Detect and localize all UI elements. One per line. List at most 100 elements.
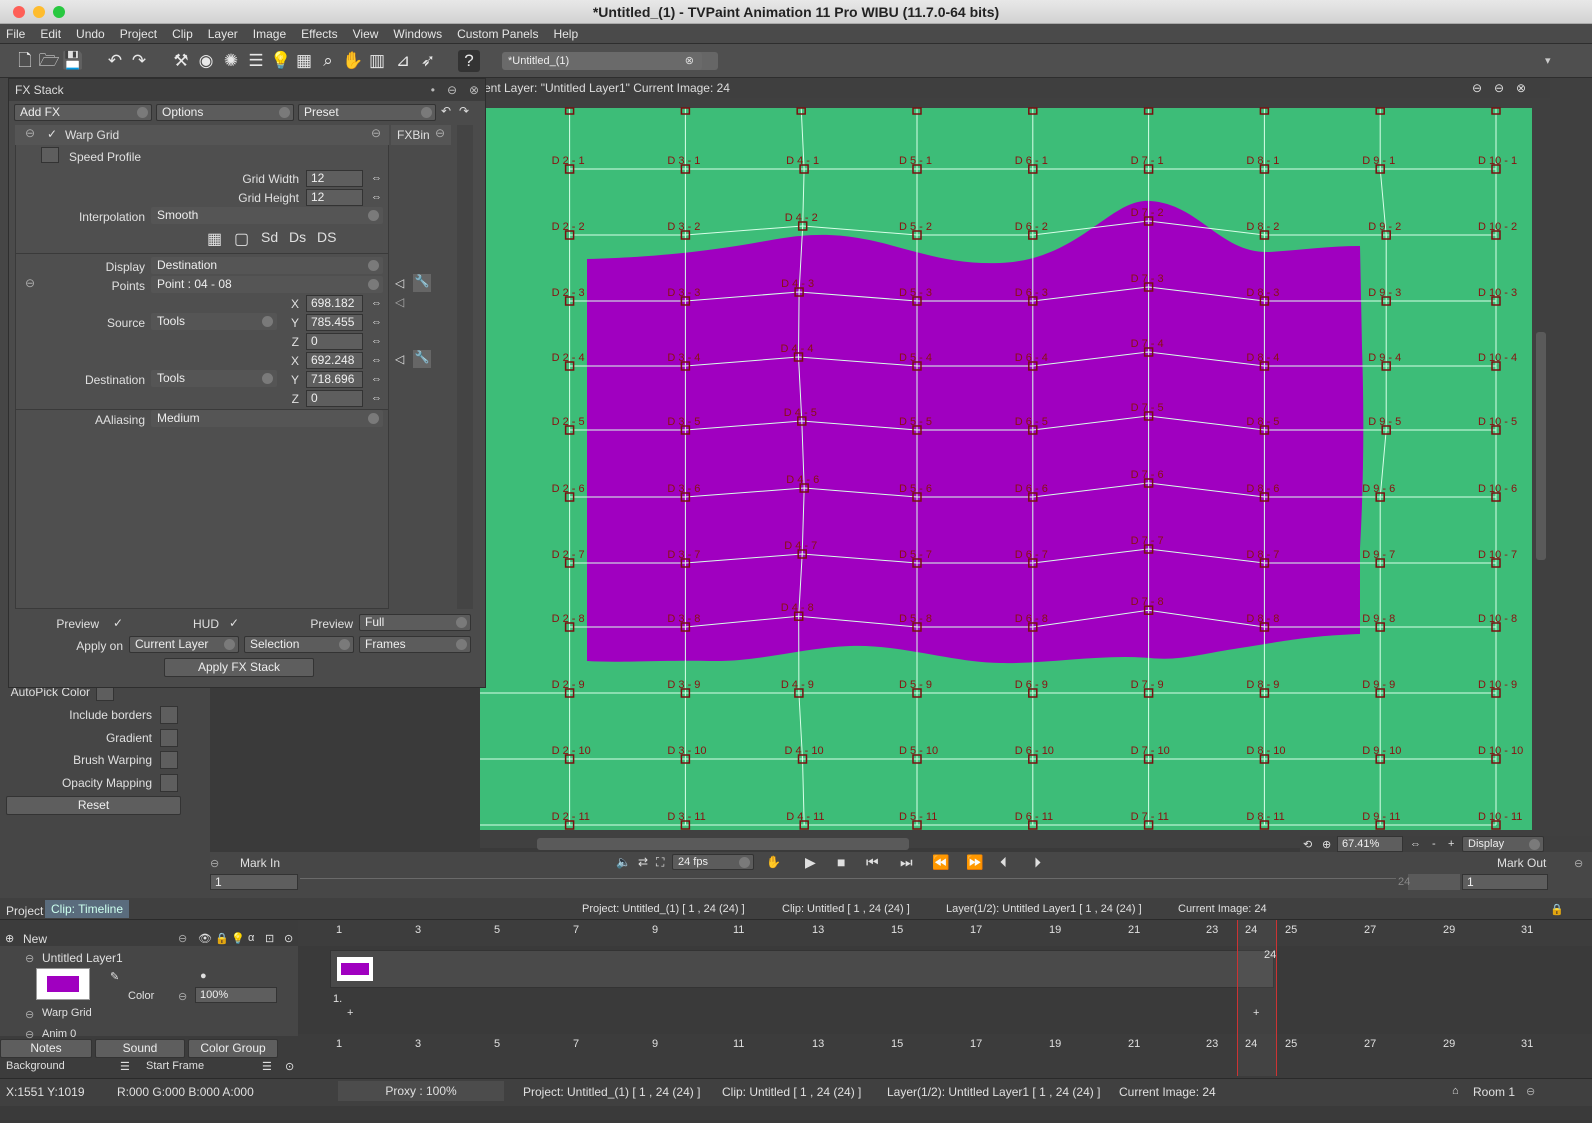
zoom-in-icon[interactable]: + [1448,838,1454,850]
new-layer-icon[interactable]: ⊕ [5,932,14,945]
proxy-level[interactable]: Proxy : 100% [338,1081,504,1101]
xsheet-icon[interactable]: ▦ [293,50,315,72]
new-layer-label[interactable]: New [23,932,47,946]
lightbox-icon[interactable]: 💡 [270,50,292,72]
hud-check-icon[interactable]: ✓ [229,616,239,630]
rewind-icon[interactable]: ⏪ [932,854,949,871]
frame-number[interactable]: 3 [415,924,421,936]
view-close-icon[interactable]: ⊗ [1516,78,1526,98]
grid-width-field[interactable]: 12 [306,170,363,187]
visibility-icon[interactable]: 👁 [198,932,212,945]
close-tab-icon[interactable]: ⊗ [685,52,694,70]
destination-z-field[interactable]: 0 [306,390,363,407]
collapse-icon[interactable]: ⊖ [25,952,34,965]
mute-icon[interactable]: 🔈 [616,855,631,869]
frame-number[interactable]: 24 [1245,1038,1257,1050]
tab-project[interactable]: Project [6,904,43,918]
minimize-window-button[interactable] [33,6,45,18]
frame-number[interactable]: 3 [415,1038,421,1050]
menu-image[interactable]: Image [247,27,295,41]
next-frame-icon[interactable]: ⏵ [1034,854,1041,871]
frame-number[interactable]: 9 [652,924,658,936]
frame-number[interactable]: 15 [891,1038,903,1050]
notes-tab[interactable]: Notes [0,1039,92,1058]
tab-clip-timeline[interactable]: Clip: Timeline [45,900,130,918]
warp-grid-canvas[interactable]: D 0 - 9D 0 - 10D 0 - 11D 1 - 9D 1 - 10D … [320,78,1592,848]
source-z-field[interactable]: 0 [306,333,363,350]
color-wheel-icon[interactable]: ◉ [195,50,217,72]
effect-menu-icon[interactable]: ⊖ [371,126,381,140]
prev-key-icon[interactable]: ◁ [395,295,404,309]
frame-number[interactable]: 13 [812,1038,824,1050]
source-x-field[interactable]: 698.182 [306,295,363,312]
enabled-check-icon[interactable]: ✓ [47,127,57,141]
stop-icon[interactable]: ■ [837,854,845,870]
selection-dropdown[interactable]: Selection [244,636,354,653]
options-dropdown[interactable]: Options [156,104,294,121]
wrench-icon[interactable]: 🔧 [413,350,431,368]
center-view-icon[interactable]: ⊕ [1322,838,1331,851]
collapse-icon[interactable]: ⊖ [25,126,35,140]
brush-tool-icon[interactable]: ✎ [110,970,119,983]
fps-dropdown[interactable]: 24 fps [672,854,754,870]
frame-number[interactable]: 19 [1049,1038,1061,1050]
swap-points-icon[interactable]: DS [317,229,336,245]
fast-forward-icon[interactable]: ⏩ [966,854,983,871]
toolbox-icon[interactable]: ⚒ [170,50,192,72]
frame-number[interactable]: 19 [1049,924,1061,936]
source-x-slider-icon[interactable]: ⇔ [371,297,382,309]
brush-warping-checkbox[interactable] [160,751,178,769]
grid-height-slider-icon[interactable]: ⇔ [371,191,382,203]
frame-number[interactable]: 31 [1521,1038,1533,1050]
apply-on-dropdown[interactable]: Current Layer [129,636,239,653]
frame-number[interactable]: 5 [494,1038,500,1050]
chevron-down-icon[interactable]: ⊖ [1526,1085,1535,1098]
preview-mode-dropdown[interactable]: Full [359,614,471,631]
gradient-checkbox[interactable] [160,729,178,747]
frame-number[interactable]: 9 [652,1038,658,1050]
frames-dropdown[interactable]: Frames [359,636,471,653]
zoom-out-icon[interactable]: - [1432,838,1436,850]
fullscreen-icon[interactable]: ⛶ [656,855,664,870]
destination-tools-dropdown[interactable]: Tools [151,370,277,387]
horizontal-scrollbar[interactable] [537,838,909,850]
wrench-icon[interactable]: 🔧 [413,274,431,292]
opacity-minus-icon[interactable]: ⊖ [178,990,187,1003]
preset-dropdown[interactable]: Preset [298,104,436,121]
collapse-icon[interactable]: ⊖ [25,1008,34,1021]
brush-panel-icon[interactable]: ✺ [220,50,242,72]
frame-number[interactable]: 13 [812,924,824,936]
frame-number[interactable]: 25 [1285,924,1297,936]
frame-number[interactable]: 31 [1521,924,1533,936]
zoom-window-button[interactable] [53,6,65,18]
background-label[interactable]: Background [6,1060,65,1072]
add-fx-dropdown[interactable]: Add FX [14,104,152,121]
source-y-field[interactable]: 785.455 [306,314,363,331]
previous-frame-icon[interactable]: ⏴ [1000,854,1007,871]
frame-number[interactable]: 27 [1364,1038,1376,1050]
menu-undo[interactable]: Undo [70,27,114,41]
menu-edit[interactable]: Edit [34,27,70,41]
prev-key-icon[interactable]: ◁ [395,352,404,366]
playback-ruler[interactable] [300,878,1396,888]
frame-number[interactable]: 21 [1128,924,1140,936]
frame-number[interactable]: 5 [494,924,500,936]
undo-fx-icon[interactable]: ↶ [441,104,451,118]
layer-name[interactable]: Untitled Layer1 [42,951,123,965]
chevron-down-icon[interactable]: ⊖ [178,932,187,945]
custom-panel-icon[interactable]: ✋ [342,50,364,72]
warp-grid-row[interactable]: ⊖ ✓ Warp Grid ⊖ [15,125,389,145]
view-menu-icon[interactable]: ⊖ [1472,78,1482,98]
points-collapse-icon[interactable]: ⊖ [25,276,35,290]
layers-icon[interactable]: ☰ [245,50,267,72]
menu-custom-panels[interactable]: Custom Panels [451,27,547,41]
frame-number[interactable]: 1 [336,1038,342,1050]
fxbin-tab[interactable]: FXBin ⊖ [391,125,451,145]
frame-number[interactable]: 17 [970,1038,982,1050]
source-to-destination-icon[interactable]: Sd [261,229,278,245]
frame-number[interactable]: 7 [573,1038,579,1050]
destination-y-slider-icon[interactable]: ⇔ [371,373,382,385]
onion-skin-icon[interactable]: ⊙ [284,932,293,945]
save-icon[interactable]: 💾 [62,50,84,72]
lock-layer-icon[interactable]: 🔒 [215,932,229,945]
